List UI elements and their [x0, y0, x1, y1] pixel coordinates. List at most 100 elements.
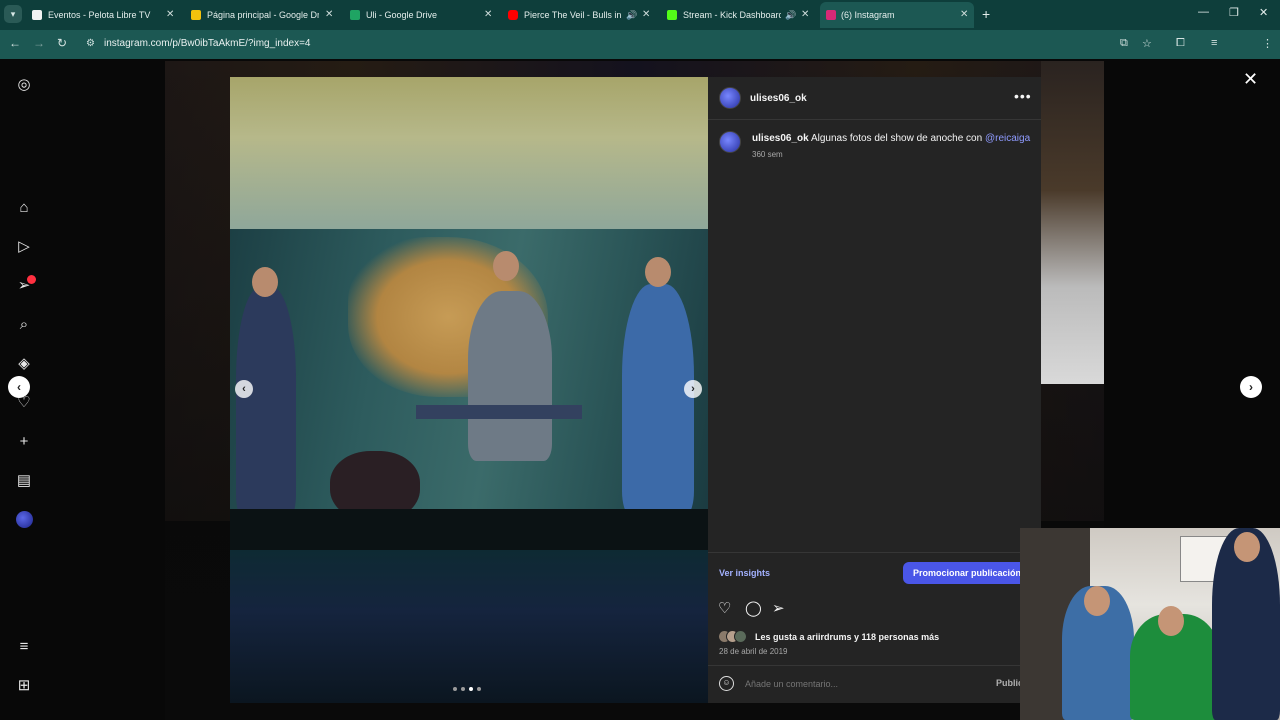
liker-avatar — [734, 630, 747, 643]
back-arrow-icon[interactable]: ← — [9, 36, 21, 50]
post-caption: ulises06_ok Algunas fotos del show de an… — [752, 132, 1032, 145]
profile-avatar[interactable] — [16, 511, 33, 528]
browser-menu-icon[interactable]: ⋮ — [1262, 37, 1273, 50]
guitarist-head — [252, 267, 278, 297]
new-tab-button[interactable]: + — [982, 6, 990, 22]
minimize-icon[interactable]: — — [1198, 6, 1209, 18]
close-tab-icon[interactable]: ✕ — [642, 2, 650, 28]
carousel-dot — [461, 687, 465, 691]
tab-title: Página principal - Google Drive — [207, 10, 319, 20]
media-controls-icon[interactable]: ≡ — [1211, 37, 1217, 49]
site-info-icon[interactable]: ⚙ — [86, 38, 95, 49]
singer-head — [493, 251, 519, 281]
browser-tab-kick-dashboard[interactable]: Stream - Kick Dashboard 🔊 ✕ — [667, 2, 817, 28]
caption-mention-link[interactable]: @reicaiga — [985, 133, 1030, 144]
carousel-previous-button[interactable]: ‹ — [235, 380, 253, 398]
tab-search-menu-icon[interactable]: ▾ — [4, 5, 22, 23]
caption-text: Algunas fotos del show de anoche con — [810, 133, 983, 144]
webcam-person-right-head — [1234, 532, 1260, 562]
close-post-button[interactable]: ✕ — [1243, 70, 1258, 88]
reels-icon[interactable]: ▷ — [16, 239, 32, 255]
insights-divider — [708, 552, 1041, 553]
close-tab-icon[interactable]: ✕ — [960, 2, 968, 28]
browser-tab-pelota-libre[interactable]: Eventos - Pelota Libre TV ✕ — [32, 2, 182, 28]
background-next-post-image — [1041, 61, 1104, 384]
home-icon[interactable]: ⌂ — [16, 200, 32, 216]
browser-tab-uli-drive[interactable]: Uli - Google Drive ✕ — [350, 2, 500, 28]
close-tab-icon[interactable]: ✕ — [801, 2, 809, 28]
close-tab-icon[interactable]: ✕ — [325, 2, 333, 28]
create-icon[interactable]: + — [16, 434, 32, 450]
post-media: ‹ › — [230, 77, 708, 703]
comment-icon[interactable]: ◯ — [745, 601, 762, 617]
caption-avatar[interactable] — [719, 131, 741, 153]
instagram-logo-icon[interactable]: ◎ — [16, 77, 32, 93]
bassist-figure — [622, 284, 694, 514]
likes-summary[interactable]: Les gusta a ariirdrums y 118 personas má… — [755, 632, 939, 642]
dashboard-icon[interactable]: ▤ — [16, 473, 32, 489]
tab-title: Uli - Google Drive — [366, 10, 438, 20]
emoji-picker-icon[interactable]: ☺ — [719, 676, 734, 691]
webcam-overlay — [1020, 528, 1280, 720]
instagram-favicon-icon — [826, 10, 836, 20]
forward-arrow-icon[interactable]: → — [33, 36, 45, 50]
search-icon[interactable]: ⌕ — [16, 317, 32, 333]
kick-favicon-icon — [667, 10, 677, 20]
carousel-next-button[interactable]: › — [684, 380, 702, 398]
post-side-panel: ulises06_ok ••• ulises06_ok Algunas foto… — [708, 77, 1041, 703]
google-drive-favicon-icon — [350, 10, 360, 20]
close-tab-icon[interactable]: ✕ — [166, 2, 174, 28]
like-heart-icon[interactable]: ♡ — [718, 601, 731, 617]
view-insights-link[interactable]: Ver insights — [719, 568, 770, 578]
caption-username[interactable]: ulises06_ok — [752, 133, 809, 144]
more-menu-icon[interactable]: ≡ — [16, 639, 32, 655]
more-options-icon[interactable]: ••• — [1014, 88, 1032, 104]
carousel-dot — [453, 687, 457, 691]
browser-tab-google-drive-home[interactable]: Página principal - Google Drive ✕ — [191, 2, 341, 28]
keyboard-instrument — [416, 405, 582, 419]
caption-timestamp: 360 sem — [752, 150, 783, 159]
tab-title: Eventos - Pelota Libre TV — [48, 10, 151, 20]
author-username[interactable]: ulises06_ok — [750, 93, 807, 104]
instagram-page: ◎ ⌂ ▷ ➢ ⌕ ◈ ♡ + ▤ ≡ ⊞ ‹ › ✕ ‹ › ulises06… — [0, 59, 1280, 720]
messages-badge — [27, 275, 36, 284]
speaker-icon[interactable]: 🔊 — [626, 2, 637, 28]
browser-tabstrip: ▾ Eventos - Pelota Libre TV ✕ Página pri… — [0, 0, 1280, 30]
post-date: 28 de abril de 2019 — [719, 647, 788, 656]
bookmark-star-icon[interactable]: ☆ — [1142, 37, 1152, 50]
reload-icon[interactable]: ↻ — [57, 36, 67, 50]
threads-icon[interactable]: ⊞ — [16, 678, 32, 694]
comment-input[interactable] — [745, 679, 985, 689]
header-divider — [708, 119, 1041, 120]
guitarist-figure — [236, 287, 296, 517]
speaker-icon[interactable]: 🔊 — [785, 2, 796, 28]
tab-title: (6) Instagram — [841, 10, 895, 20]
media-blurred-bottom — [230, 550, 708, 703]
extensions-icon[interactable]: ⧠ — [1176, 37, 1185, 50]
browser-tab-instagram[interactable]: (6) Instagram ✕ — [820, 2, 974, 28]
band-photo — [230, 229, 708, 550]
close-window-icon[interactable]: ✕ — [1259, 6, 1268, 19]
install-app-icon[interactable]: ⧉ — [1120, 37, 1128, 50]
explore-icon[interactable]: ◈ — [16, 356, 32, 372]
address-bar[interactable]: ⚙ instagram.com/p/Bw0ibTaAkmE/?img_index… — [84, 34, 1174, 55]
close-tab-icon[interactable]: ✕ — [484, 2, 492, 28]
singer-figure — [468, 291, 552, 461]
google-drive-favicon-icon — [191, 10, 201, 20]
previous-post-button[interactable]: ‹ — [8, 376, 30, 398]
carousel-dot — [469, 687, 473, 691]
browser-tab-pierce-the-veil[interactable]: Pierce The Veil - Bulls in the 🔊 ✕ — [508, 2, 658, 28]
stage-floor — [230, 509, 708, 550]
share-icon[interactable]: ➢ — [772, 601, 785, 617]
carousel-dot — [477, 687, 481, 691]
carousel-indicator — [453, 687, 481, 691]
likers-avatars — [718, 630, 754, 643]
url-text[interactable]: instagram.com/p/Bw0ibTaAkmE/?img_index=4 — [104, 38, 310, 49]
next-post-button[interactable]: › — [1240, 376, 1262, 398]
author-avatar[interactable] — [719, 87, 741, 109]
media-blurred-top — [230, 77, 708, 229]
youtube-favicon-icon — [508, 10, 518, 20]
comment-divider — [708, 665, 1041, 666]
tab-title: Pierce The Veil - Bulls in the — [524, 10, 622, 20]
restore-icon[interactable]: ❐ — [1229, 6, 1239, 19]
